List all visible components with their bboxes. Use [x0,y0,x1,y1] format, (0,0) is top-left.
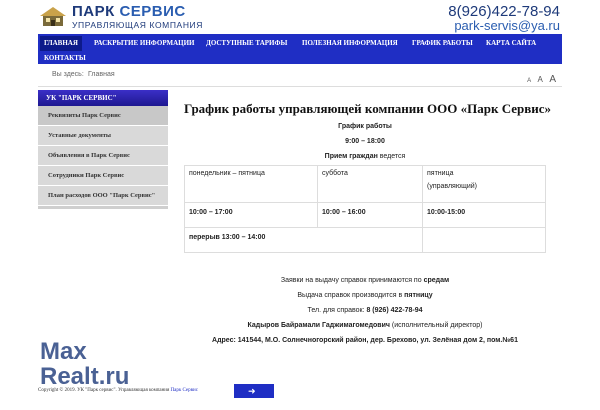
table-cell: 10:00 – 17:00 [184,202,318,228]
site-header: ПАРК СЕРВИС УПРАВЛЯЮЩАЯ КОМПАНИЯ 8(926)4… [0,0,600,34]
font-larger-button[interactable]: A [549,74,556,85]
sidebar-item-announcements[interactable]: Объявления в Парк Сервис [38,146,168,166]
nav-item-sitemap[interactable]: КАРТА САЙТА [482,36,540,51]
table-cell: 10:00 – 16:00 [317,202,423,228]
watermark: Max Realt.ru [40,338,130,390]
sidebar-title: УК "ПАРК СЕРВИС" [38,90,168,106]
table-cell: понедельник – пятница [184,165,318,203]
font-size-controls: A A A [525,69,556,87]
font-reset-button[interactable]: A [538,75,543,84]
footer-link[interactable]: Парк Сервис [171,388,198,393]
main-nav: ГЛАВНАЯ РАСКРЫТИЕ ИНФОРМАЦИИ ДОСТУПНЫЕ Т… [38,34,562,64]
footer-copyright: Copyright © 2019. УК "Парк сервис". Упра… [38,388,198,393]
breadcrumb-home[interactable]: Главная [88,71,115,78]
schedule-table: понедельник – пятница суббота пятница (уп… [184,165,546,253]
sidebar-item-requisites[interactable]: Реквизиты Парк Сервис [38,106,168,126]
sidebar-item-charter[interactable]: Уставные документы [38,126,168,146]
phone-line: Тел. для справок: 8 (926) 422-78-94 [307,307,423,314]
font-smaller-button[interactable]: A [527,78,531,84]
logo-subtitle: УПРАВЛЯЮЩАЯ КОМПАНИЯ [72,20,204,30]
sidebar-item-staff[interactable]: Сотрудники Парк Сервис [38,166,168,186]
reception-line: Прием граждан ведется [324,153,406,160]
table-cell [422,227,546,253]
nav-item-tariffs[interactable]: ДОСТУПНЫЕ ТАРИФЫ [202,36,291,51]
requests-line: Заявки на выдачу справок принимаются по … [280,277,450,284]
nav-item-schedule[interactable]: ГРАФИК РАБОТЫ [408,36,477,51]
table-row: перерыв 13:00 – 14:00 [184,227,546,253]
email-link[interactable]: park-servis@ya.ru [454,18,560,33]
breadcrumb-bar: Вы здесь: Главная A A A [38,64,562,87]
page-title: График работы управляющей компании ООО «… [184,101,552,116]
table-row: 10:00 – 17:00 10:00 – 16:00 10:00-15:00 [184,202,546,228]
address-line: Адрес: 141544, М.О. Солнечногорский райо… [212,337,518,344]
table-cell: перерыв 13:00 – 14:00 [184,227,423,253]
house-logo-icon [40,7,66,26]
sidebar: УК "ПАРК СЕРВИС" Реквизиты Парк Сервис У… [38,90,168,209]
nav-item-home[interactable]: ГЛАВНАЯ [40,36,82,51]
nav-item-disclosure[interactable]: РАСКРЫТИЕ ИНФОРМАЦИИ [90,36,198,51]
director-line: Кадыров Байрамали Гаджимагомедович (испо… [247,322,483,329]
table-cell: пятница (управляющий) [422,165,546,203]
logo-title[interactable]: ПАРК СЕРВИС [72,3,186,20]
sidebar-item-budget[interactable]: План расходов ООО "Парк Сервис" [38,186,168,206]
scroll-top-button[interactable]: ➜ [234,384,274,398]
table-cell: суббота [317,165,423,203]
sidebar-footer [38,206,168,209]
breadcrumb-label: Вы здесь: [52,71,84,78]
arrow-right-icon: ➜ [248,386,256,396]
work-hours: 9:00 – 18:00 [345,138,385,145]
nav-item-useful-info[interactable]: ПОЛЕЗНАЯ ИНФОРМАЦИЯ [298,36,402,51]
table-row: понедельник – пятница суббота пятница (уп… [184,165,546,203]
schedule-subtitle: График работы [338,123,392,130]
issuance-line: Выдача справок производится в пятницу [297,292,433,299]
table-cell: 10:00-15:00 [422,202,546,228]
